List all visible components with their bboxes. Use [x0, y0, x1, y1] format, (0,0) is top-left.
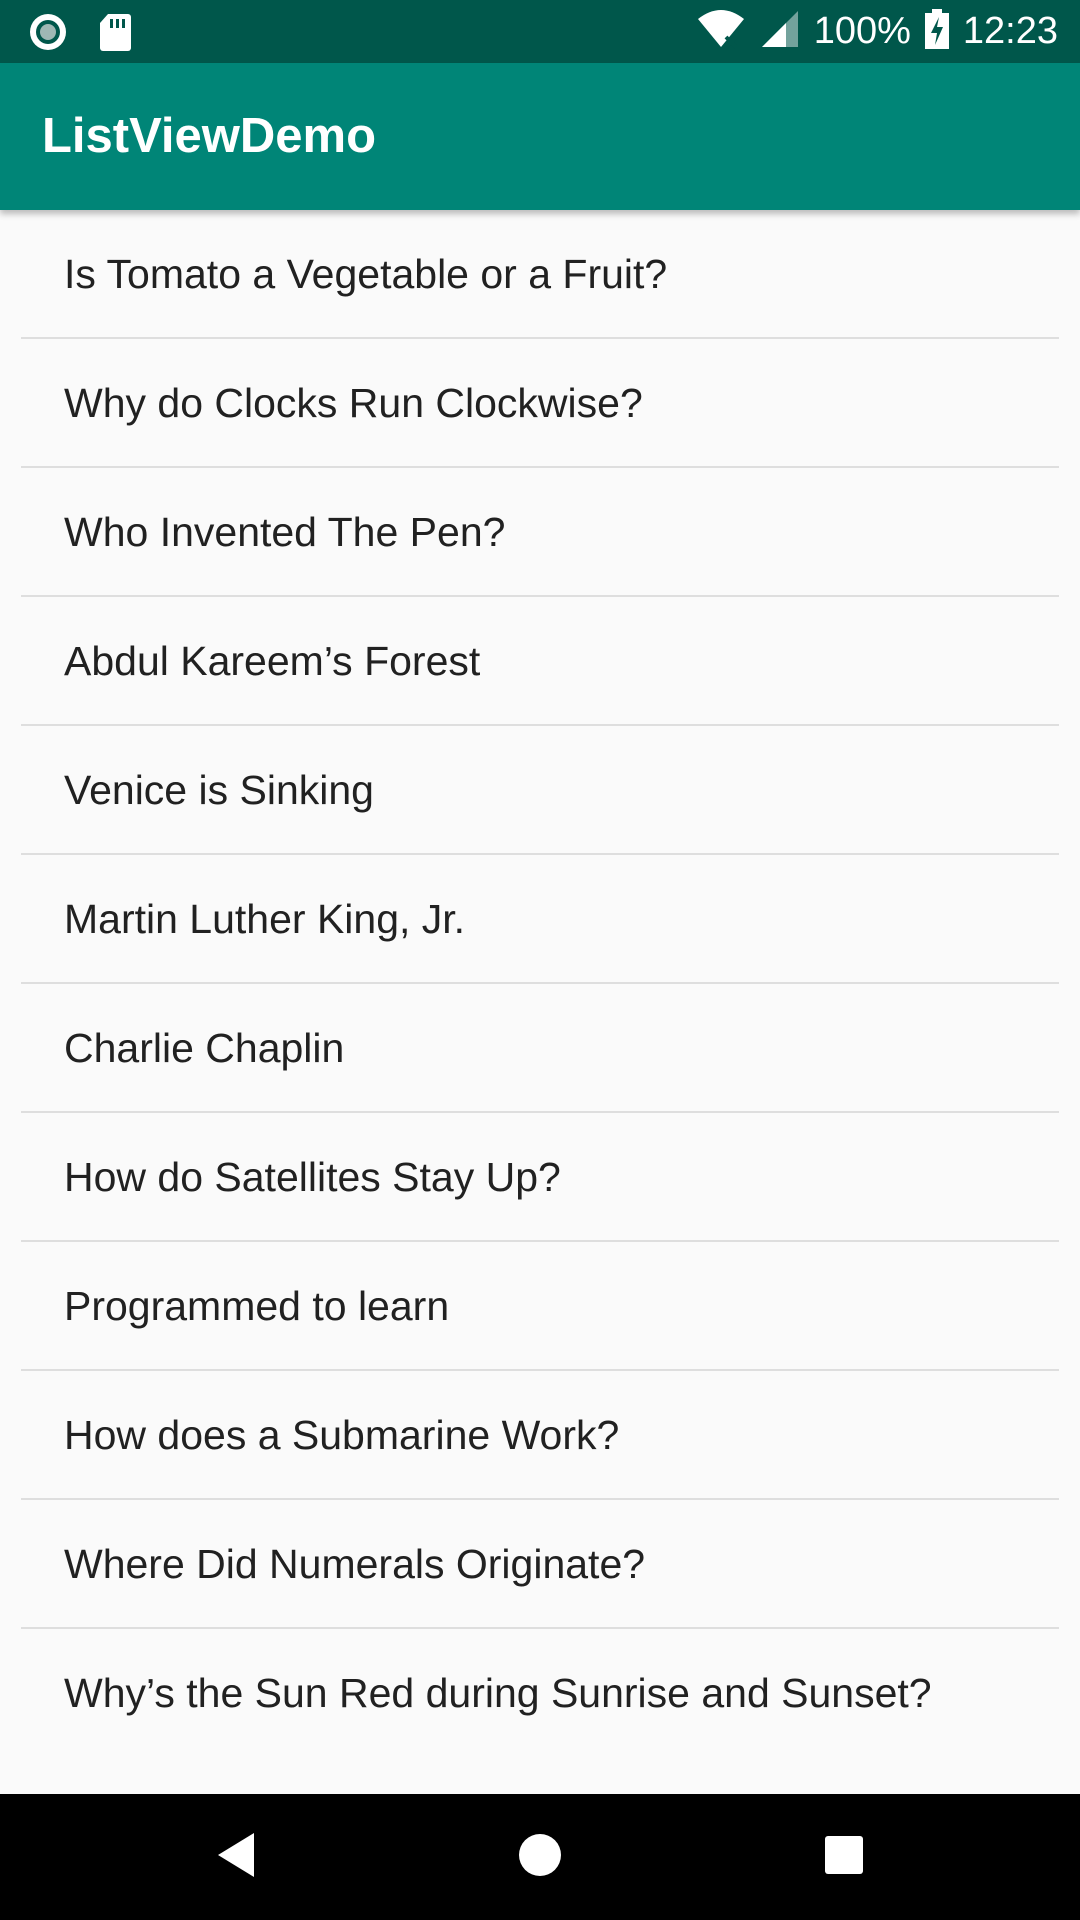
list-item-label: Why’s the Sun Red during Sunrise and Sun…	[64, 1670, 932, 1716]
battery-charging-icon	[924, 9, 949, 54]
list-item-label: How do Satellites Stay Up?	[64, 1154, 561, 1200]
sd-card-icon	[98, 12, 132, 57]
list-item-label: Venice is Sinking	[64, 767, 374, 813]
back-icon	[214, 1831, 258, 1884]
navigation-bar	[0, 1794, 1080, 1920]
status-bar: 100% 12:23	[0, 0, 1080, 63]
list-item[interactable]: Venice is Sinking	[0, 726, 1080, 855]
list-item[interactable]: Where Did Numerals Originate?	[0, 1500, 1080, 1629]
list-item-label: Where Did Numerals Originate?	[64, 1541, 646, 1587]
back-button[interactable]	[176, 1794, 296, 1920]
list-item-label: Who Invented The Pen?	[64, 509, 506, 555]
list-item[interactable]: Is Tomato a Vegetable or a Fruit?	[0, 210, 1080, 339]
camera-notification-icon	[28, 12, 68, 57]
list-item[interactable]: How do Satellites Stay Up?	[0, 1113, 1080, 1242]
list-item[interactable]: Abdul Kareem’s Forest	[0, 597, 1080, 726]
list-item[interactable]: Charlie Chaplin	[0, 984, 1080, 1113]
recents-icon	[824, 1835, 864, 1880]
list-view[interactable]: Is Tomato a Vegetable or a Fruit? Why do…	[0, 210, 1080, 1794]
battery-percentage: 100%	[813, 10, 911, 52]
list-item-label: Abdul Kareem’s Forest	[64, 638, 481, 684]
list-item-label: How does a Submarine Work?	[64, 1412, 620, 1458]
home-button[interactable]	[480, 1794, 600, 1920]
recents-button[interactable]	[784, 1794, 904, 1920]
list-item[interactable]: Martin Luther King, Jr.	[0, 855, 1080, 984]
clock: 12:23	[962, 10, 1058, 52]
list-item[interactable]: How does a Submarine Work?	[0, 1371, 1080, 1500]
cell-signal-icon	[760, 9, 800, 54]
list-item-label: Programmed to learn	[64, 1283, 450, 1329]
app-bar: ListViewDemo	[0, 63, 1080, 210]
list-item-label: Martin Luther King, Jr.	[64, 896, 466, 942]
list-item[interactable]: Who Invented The Pen?	[0, 468, 1080, 597]
list-item-label: Why do Clocks Run Clockwise?	[64, 380, 643, 426]
app-title: ListViewDemo	[42, 109, 377, 163]
list-item-label: Charlie Chaplin	[64, 1025, 345, 1071]
list-item[interactable]: Programmed to learn	[0, 1242, 1080, 1371]
list-item[interactable]: Why’s the Sun Red during Sunrise and Sun…	[0, 1629, 1080, 1758]
home-icon	[517, 1832, 563, 1883]
list-item-label: Is Tomato a Vegetable or a Fruit?	[64, 251, 668, 297]
wifi-icon	[696, 9, 746, 54]
list-item[interactable]: Why do Clocks Run Clockwise?	[0, 339, 1080, 468]
